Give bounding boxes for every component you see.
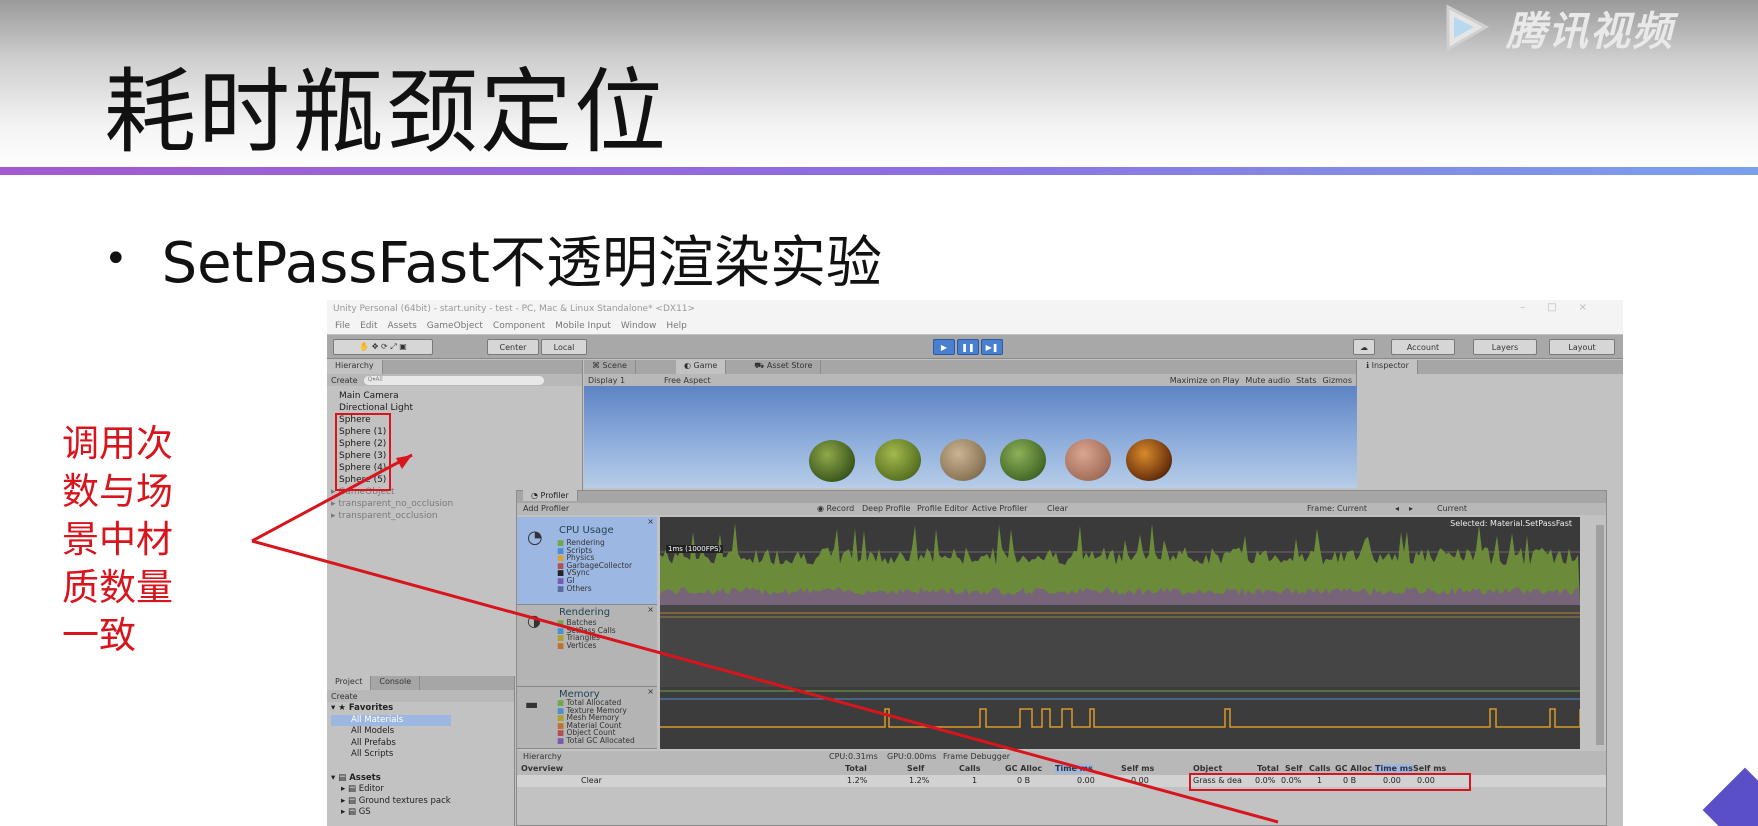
arrow-line-to-hierarchy: [251, 453, 413, 543]
annotation-arrows: [251, 453, 1279, 824]
arrow-line-to-object: [251, 539, 1279, 824]
arrow-head: [396, 455, 412, 469]
